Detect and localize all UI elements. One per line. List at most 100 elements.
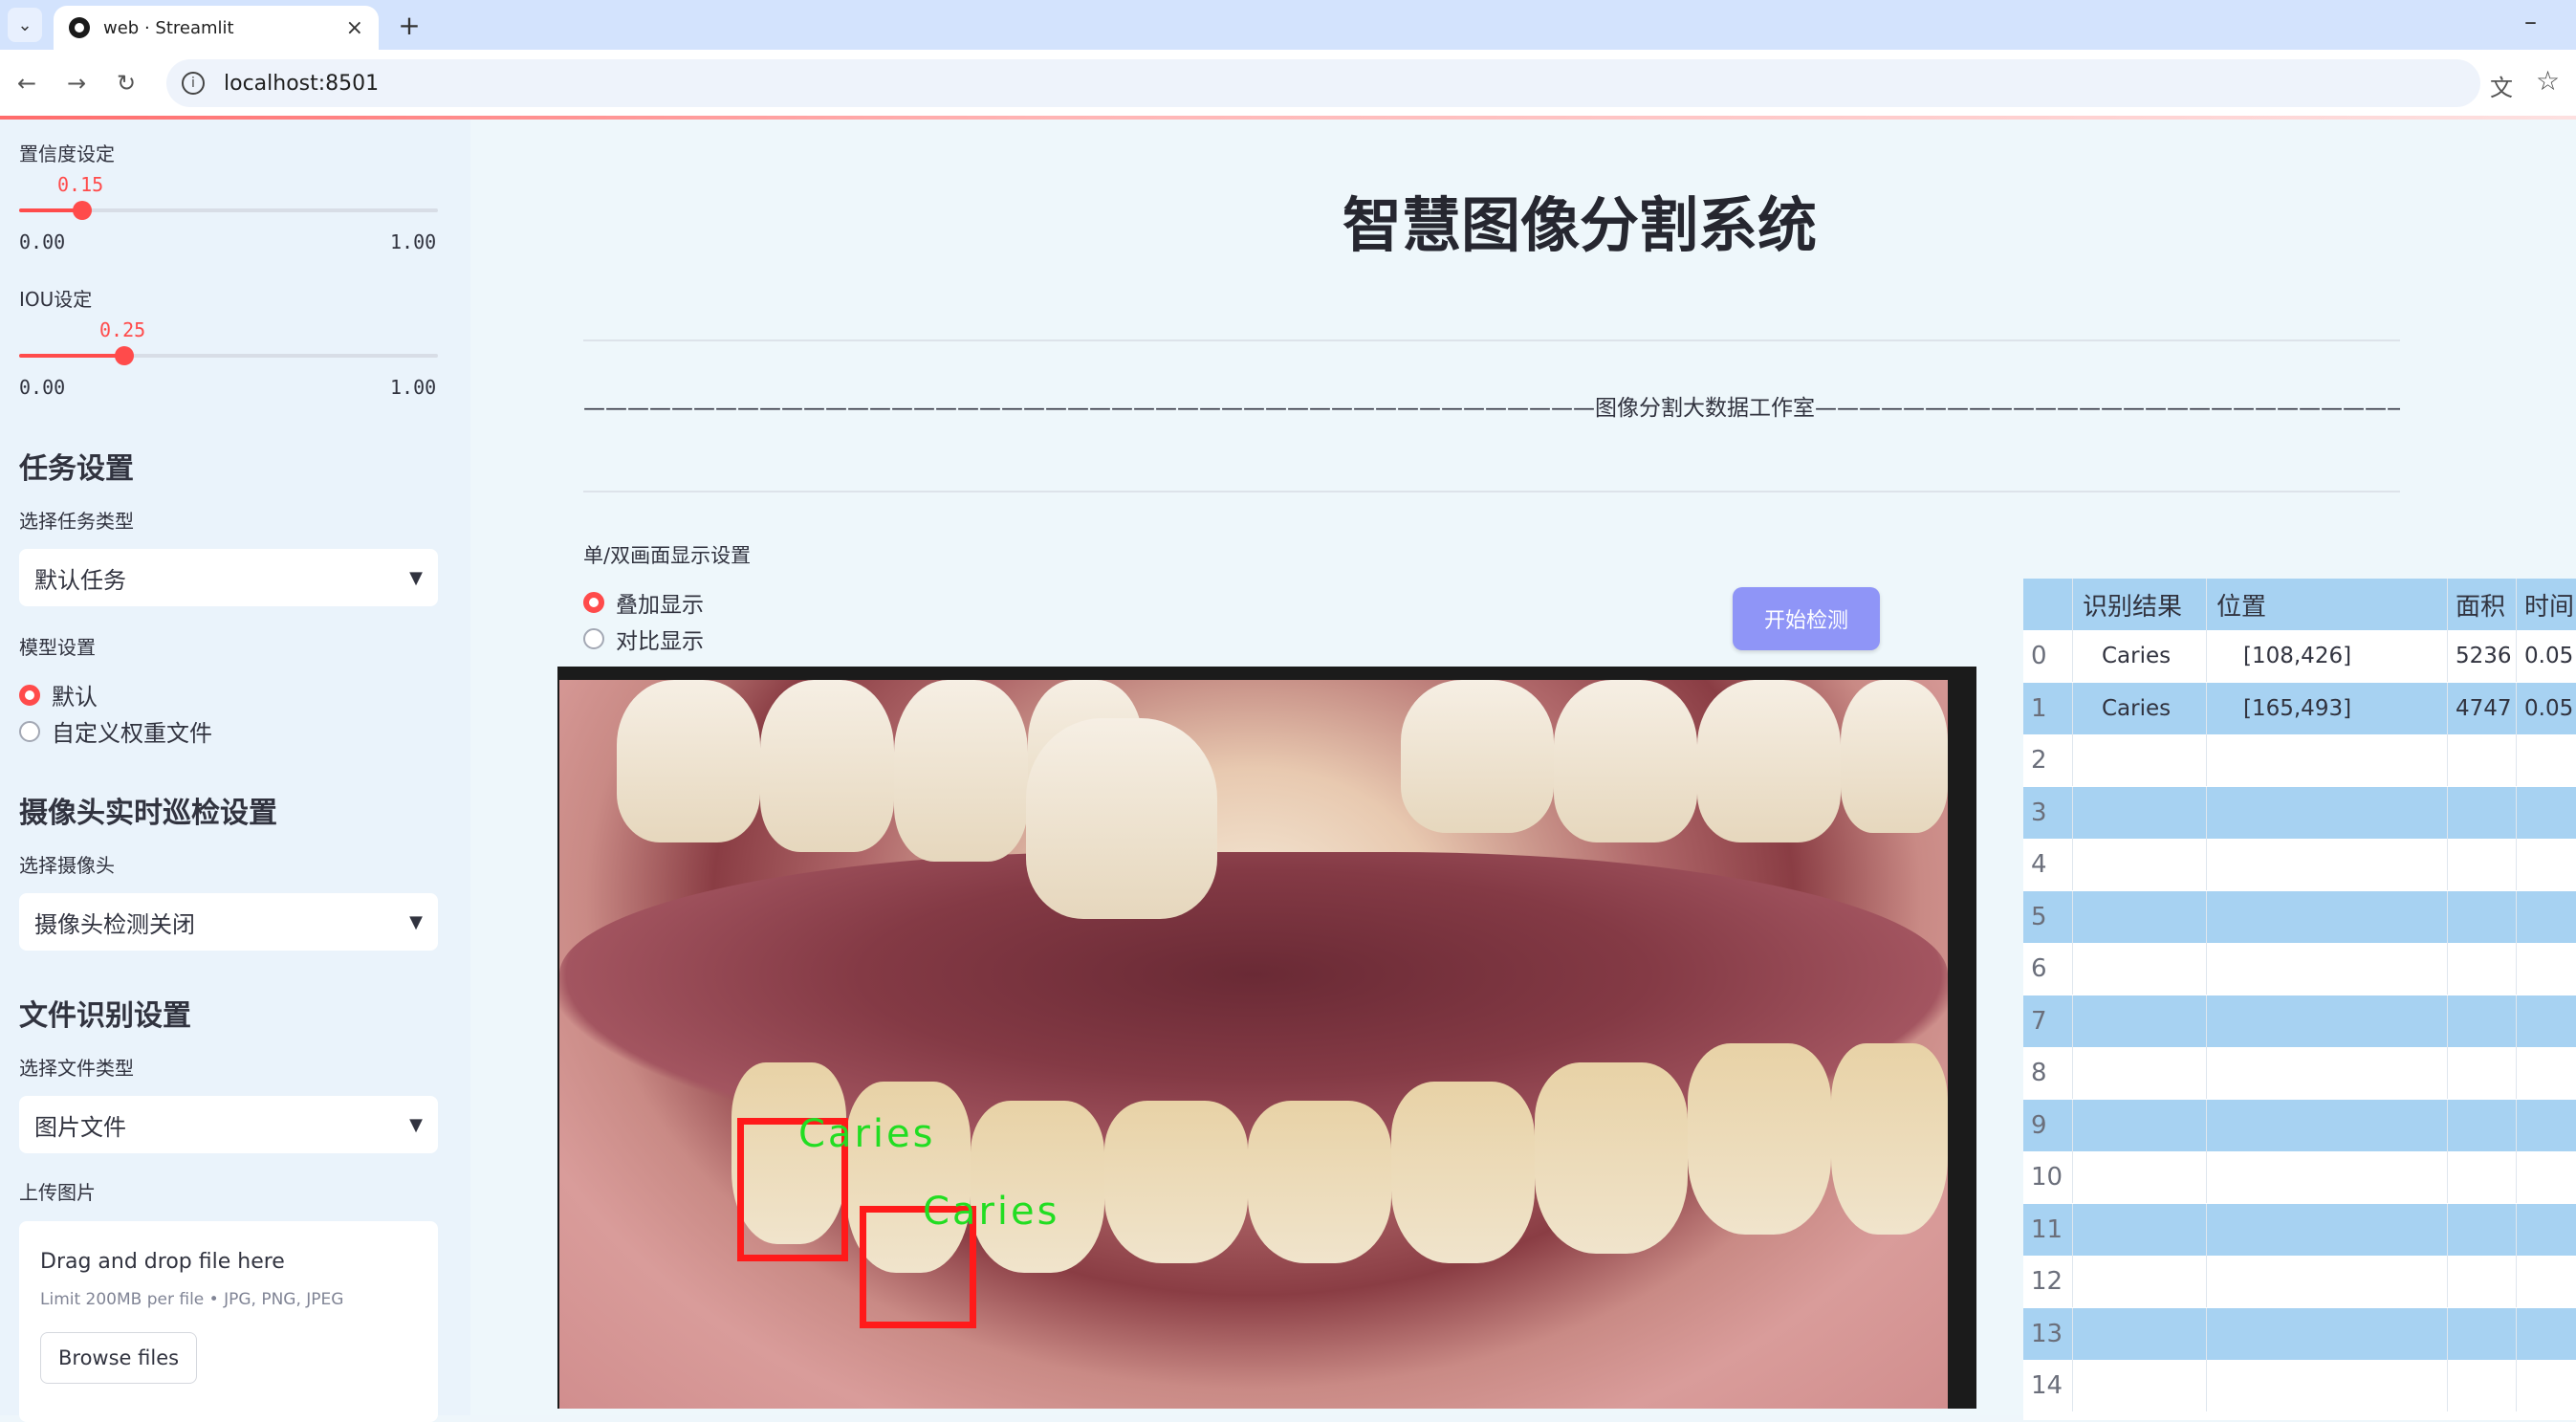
table-cell[interactable] xyxy=(2207,890,2448,943)
table-cell[interactable]: Caries xyxy=(2073,630,2207,682)
table-cell[interactable] xyxy=(2517,1360,2576,1411)
table-cell[interactable] xyxy=(2448,890,2517,943)
iou-slider[interactable] xyxy=(19,346,438,365)
table-cell[interactable] xyxy=(2448,1256,2517,1307)
table-cell[interactable] xyxy=(2073,943,2207,995)
display-option-overlay[interactable]: 叠加显示 xyxy=(583,586,704,619)
table-cell[interactable]: 5236 xyxy=(2448,630,2517,682)
table-cell[interactable] xyxy=(2073,995,2207,1047)
table-cell[interactable] xyxy=(2207,1047,2448,1099)
browser-tab[interactable]: web · Streamlit × xyxy=(54,6,379,50)
table-cell[interactable] xyxy=(2073,1256,2207,1307)
table-cell[interactable] xyxy=(2517,1308,2576,1360)
table-cell[interactable] xyxy=(2207,839,2448,890)
url-text[interactable]: localhost:8501 xyxy=(224,72,379,96)
reload-icon[interactable]: ↻ xyxy=(109,66,143,100)
translate-icon[interactable]: 文 xyxy=(2490,69,2513,102)
table-cell[interactable] xyxy=(2448,839,2517,890)
results-table[interactable]: 识别结果 位置 面积 时间 0 Caries [108,426] 5236 0.05 1 C… xyxy=(2023,579,2576,1420)
table-cell[interactable] xyxy=(2517,943,2576,995)
table-cell[interactable] xyxy=(2073,1151,2207,1203)
table-cell[interactable] xyxy=(2517,995,2576,1047)
table-cell[interactable] xyxy=(2207,995,2448,1047)
table-row[interactable]: 7 xyxy=(2023,995,2576,1047)
table-cell[interactable] xyxy=(2517,1151,2576,1203)
close-tab-icon[interactable]: × xyxy=(346,16,363,40)
browse-files-button[interactable]: Browse files xyxy=(40,1332,198,1384)
table-cell[interactable] xyxy=(2207,1360,2448,1411)
table-cell[interactable]: [108,426] xyxy=(2207,630,2448,682)
table-cell[interactable]: Caries xyxy=(2073,682,2207,734)
table-row[interactable]: 12 xyxy=(2023,1256,2576,1307)
table-cell[interactable] xyxy=(2207,1151,2448,1203)
start-detection-button[interactable]: 开始检测 xyxy=(1733,587,1880,650)
forward-arrow-icon[interactable]: → xyxy=(59,66,94,100)
table-row[interactable]: 14 xyxy=(2023,1360,2576,1411)
table-header-cell[interactable]: 位置 xyxy=(2207,579,2448,630)
table-cell[interactable] xyxy=(2207,734,2448,786)
table-cell[interactable] xyxy=(2448,995,2517,1047)
camera-select[interactable]: 摄像头检测关闭 ▼ xyxy=(19,893,438,951)
display-option-compare[interactable]: 对比显示 xyxy=(583,623,704,655)
url-field[interactable]: i localhost:8501 xyxy=(166,59,2480,107)
bookmark-star-icon[interactable]: ☆ xyxy=(2536,65,2560,97)
radio-selected-icon[interactable] xyxy=(583,592,604,613)
back-arrow-icon[interactable]: ← xyxy=(10,66,44,100)
radio-unselected-icon[interactable] xyxy=(19,720,40,742)
new-tab-icon[interactable]: + xyxy=(392,8,426,42)
table-cell[interactable] xyxy=(2207,943,2448,995)
table-row[interactable]: 13 xyxy=(2023,1307,2576,1360)
table-row[interactable]: 3 xyxy=(2023,786,2576,839)
table-cell[interactable] xyxy=(2207,786,2448,839)
table-cell[interactable] xyxy=(2448,943,2517,995)
table-cell[interactable] xyxy=(2207,1099,2448,1151)
table-cell[interactable]: 0.05 xyxy=(2517,630,2576,682)
table-cell[interactable] xyxy=(2073,786,2207,839)
table-cell[interactable]: 0.05 xyxy=(2517,683,2576,734)
iou-slider-handle[interactable] xyxy=(114,346,134,365)
model-option-default[interactable]: 默认 xyxy=(19,678,98,711)
table-row[interactable]: 10 xyxy=(2023,1151,2576,1203)
file-type-select[interactable]: 图片文件 ▼ xyxy=(19,1096,438,1153)
table-row[interactable]: 2 xyxy=(2023,734,2576,786)
table-cell[interactable] xyxy=(2517,1256,2576,1307)
table-cell[interactable]: 4747 xyxy=(2448,682,2517,734)
tab-list-chevron-icon[interactable]: ⌄ xyxy=(8,8,42,42)
table-cell[interactable] xyxy=(2448,1307,2517,1360)
table-row[interactable]: 5 xyxy=(2023,890,2576,943)
table-cell[interactable] xyxy=(2517,787,2576,839)
table-cell[interactable] xyxy=(2517,1100,2576,1151)
table-cell[interactable] xyxy=(2517,734,2576,786)
table-cell[interactable] xyxy=(2073,1203,2207,1256)
table-cell[interactable] xyxy=(2073,890,2207,943)
table-cell[interactable] xyxy=(2517,891,2576,943)
table-cell[interactable] xyxy=(2073,1099,2207,1151)
radio-selected-icon[interactable] xyxy=(19,684,40,706)
confidence-slider-handle[interactable] xyxy=(72,201,92,220)
table-row[interactable]: 9 xyxy=(2023,1099,2576,1151)
table-cell[interactable] xyxy=(2448,1151,2517,1203)
table-cell[interactable] xyxy=(2448,734,2517,786)
table-row[interactable]: 11 xyxy=(2023,1203,2576,1256)
table-cell[interactable] xyxy=(2073,734,2207,786)
table-header-cell[interactable]: 识别结果 xyxy=(2073,579,2207,630)
table-cell[interactable] xyxy=(2448,1360,2517,1411)
table-cell[interactable] xyxy=(2073,1047,2207,1099)
table-cell[interactable] xyxy=(2207,1256,2448,1307)
table-row[interactable]: 6 xyxy=(2023,943,2576,995)
table-header-cell[interactable]: 时间 xyxy=(2517,579,2576,630)
table-cell[interactable] xyxy=(2517,1047,2576,1099)
confidence-slider[interactable] xyxy=(19,201,438,220)
radio-unselected-icon[interactable] xyxy=(583,628,604,649)
table-header-cell[interactable]: 面积 xyxy=(2448,579,2517,630)
table-row[interactable]: 8 xyxy=(2023,1047,2576,1099)
minimize-window-icon[interactable]: – xyxy=(2524,8,2537,36)
table-cell[interactable] xyxy=(2448,1203,2517,1256)
table-cell[interactable] xyxy=(2073,839,2207,890)
table-cell[interactable] xyxy=(2517,839,2576,890)
table-cell[interactable] xyxy=(2448,1047,2517,1099)
table-cell[interactable] xyxy=(2207,1307,2448,1360)
table-row[interactable]: 0 Caries [108,426] 5236 0.05 xyxy=(2023,630,2576,682)
table-cell[interactable] xyxy=(2448,1099,2517,1151)
table-cell[interactable] xyxy=(2517,1204,2576,1256)
